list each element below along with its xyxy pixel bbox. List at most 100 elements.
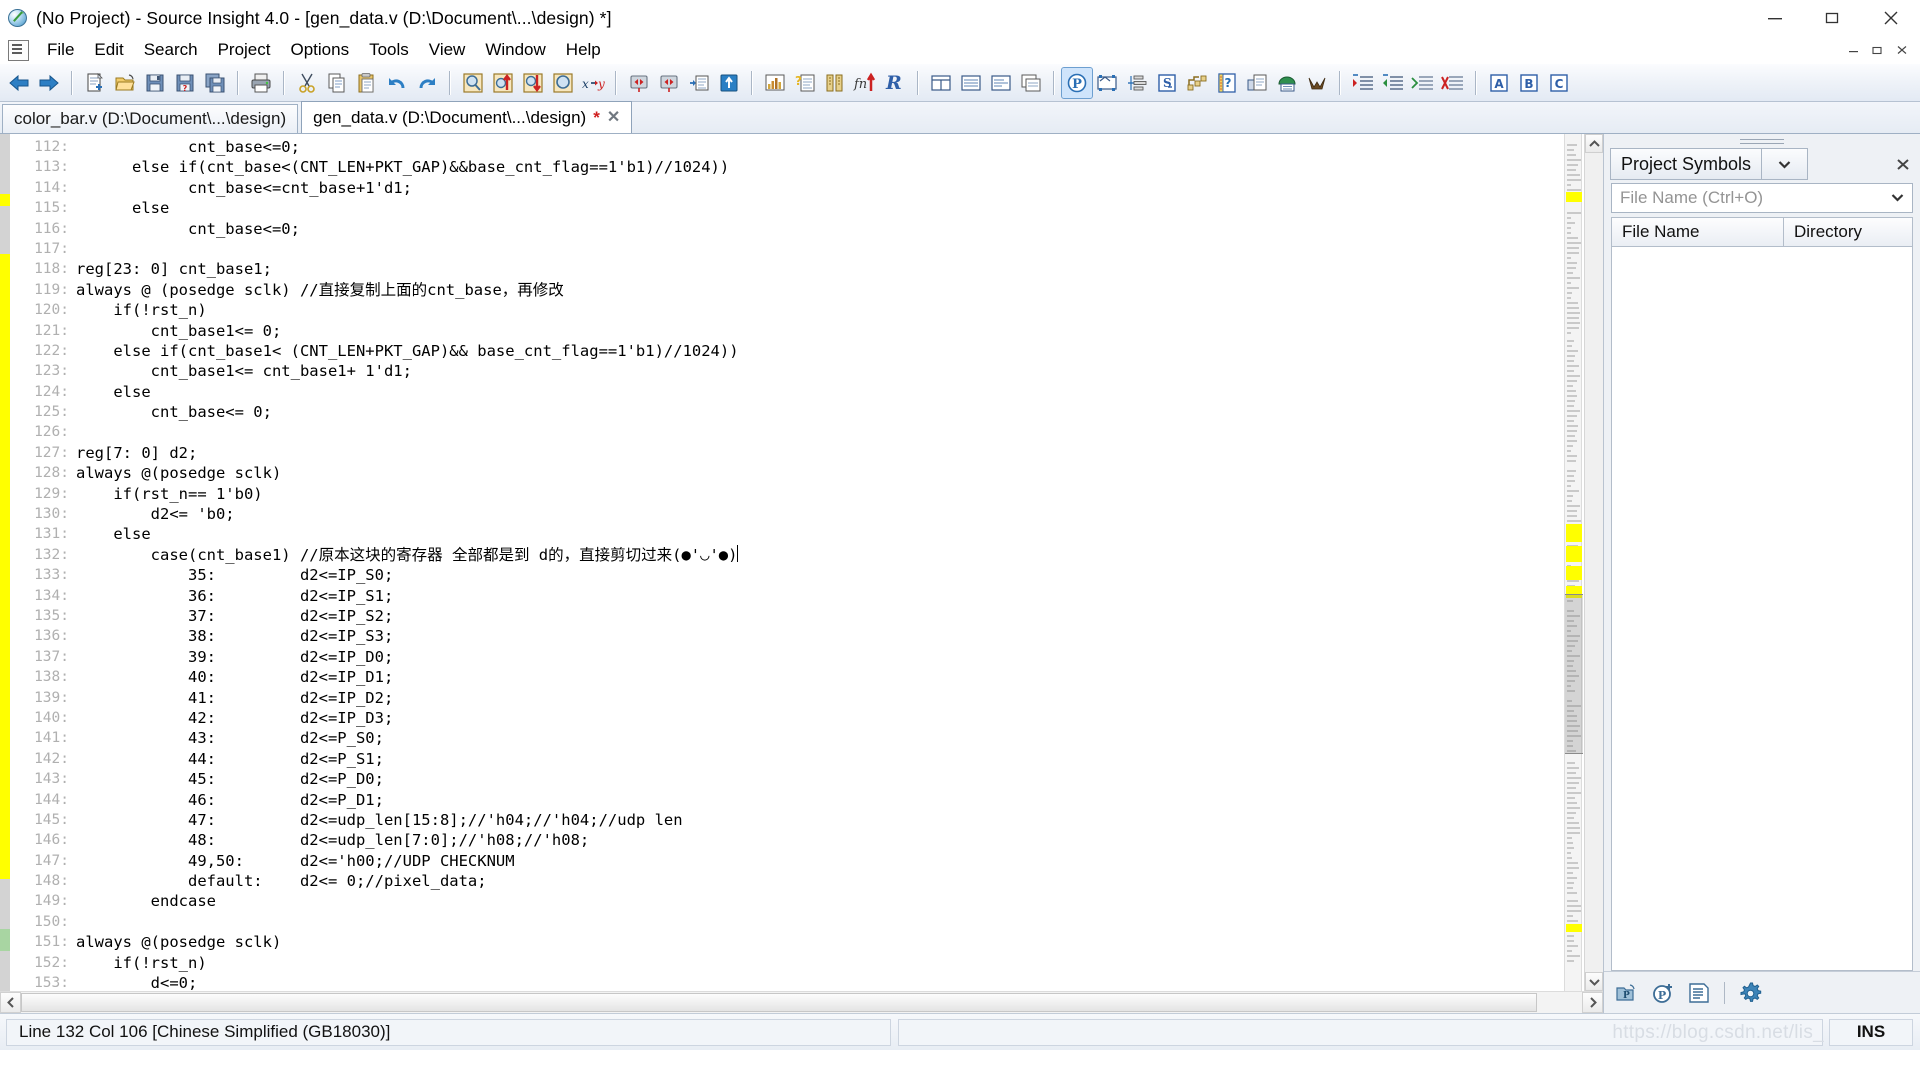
code-line[interactable]: 136: 38: d2<=IP_S3;	[10, 626, 1564, 646]
code-line[interactable]: 119: always @ (posedge sclk) //直接复制上面的cnt…	[10, 280, 1564, 300]
search-input[interactable]: File Name (Ctrl+O)	[1620, 188, 1891, 208]
context-window-icon[interactable]: ?	[790, 68, 820, 98]
menu-view[interactable]: View	[419, 38, 476, 62]
mdi-close-icon[interactable]	[1890, 40, 1914, 60]
code-line[interactable]: 141: 43: d2<=P_S0;	[10, 728, 1564, 748]
code-line[interactable]: 114: cnt_base<=cnt_base+1'd1;	[10, 178, 1564, 198]
font-a-icon[interactable]: A	[1484, 68, 1514, 98]
code-line[interactable]: 134: 36: d2<=IP_S1;	[10, 586, 1564, 606]
font-b-icon[interactable]: B	[1514, 68, 1544, 98]
tab-close-icon[interactable]: ✕	[607, 109, 620, 126]
print-icon[interactable]	[246, 68, 276, 98]
chevron-down-icon[interactable]	[1762, 148, 1809, 180]
code-line[interactable]: 123: cnt_base1<= cnt_base1+ 1'd1;	[10, 361, 1564, 381]
code-line[interactable]: 116: cnt_base<=0;	[10, 219, 1564, 239]
search-files-icon[interactable]	[548, 68, 578, 98]
code-line[interactable]: 142: 44: d2<=P_S1;	[10, 749, 1564, 769]
panel-close-icon[interactable]	[1890, 148, 1916, 180]
code-line[interactable]: 126:	[10, 422, 1564, 442]
undo-icon[interactable]	[382, 68, 412, 98]
system-menu-icon[interactable]	[8, 39, 29, 61]
code-line[interactable]: 131: else	[10, 524, 1564, 544]
code-line[interactable]: 130: d2<= 'b0;	[10, 504, 1564, 524]
horizontal-scroll-thumb[interactable]	[21, 993, 1537, 1012]
search-icon[interactable]	[458, 68, 488, 98]
search-backward-icon[interactable]	[488, 68, 518, 98]
menu-tools[interactable]: Tools	[359, 38, 419, 62]
code-line[interactable]: 145: 47: d2<=udp_len[15:8];//'h04;//'h04…	[10, 810, 1564, 830]
project-globe-icon[interactable]	[1272, 68, 1302, 98]
code-line[interactable]: 118: reg[23: 0] cnt_base1;	[10, 259, 1564, 279]
project-report-icon[interactable]	[1684, 978, 1714, 1008]
relation-window-icon[interactable]	[820, 68, 850, 98]
code-line[interactable]: 120: if(!rst_n)	[10, 300, 1564, 320]
code-line[interactable]: 148: default: d2<= 0;//pixel_data;	[10, 871, 1564, 891]
mdi-minimize-icon[interactable]	[1842, 40, 1866, 60]
redo-icon[interactable]	[412, 68, 442, 98]
maximize-button[interactable]	[1804, 0, 1862, 36]
horizontal-scroll-track[interactable]	[21, 992, 1582, 1013]
replace-icon[interactable]: x y	[578, 68, 608, 98]
scroll-up-icon[interactable]	[1585, 134, 1603, 153]
cascade-icon[interactable]	[1016, 68, 1046, 98]
smart-rename-icon[interactable]: R	[880, 68, 910, 98]
panel-title[interactable]: Project Symbols	[1610, 148, 1763, 180]
comment-block-icon[interactable]	[1408, 68, 1438, 98]
code-line[interactable]: 151: always @(posedge sclk)	[10, 932, 1564, 952]
menu-project[interactable]: Project	[208, 38, 281, 62]
symbol-lookup-icon[interactable]: S	[1152, 68, 1182, 98]
chevron-down-icon[interactable]	[1891, 189, 1904, 207]
code-line[interactable]: 112: cnt_base<=0;	[10, 137, 1564, 157]
minimize-button[interactable]	[1746, 0, 1804, 36]
save-icon[interactable]	[140, 68, 170, 98]
code-line[interactable]: 144: 46: d2<=P_D1;	[10, 790, 1564, 810]
save-all-icon[interactable]	[200, 68, 230, 98]
indent-decrease-icon[interactable]	[1378, 68, 1408, 98]
code-line[interactable]: 147: 49,50: d2<='h00;//UDP CHECKNUM	[10, 851, 1564, 871]
open-file-icon[interactable]	[110, 68, 140, 98]
synchronize-files-icon[interactable]	[1122, 68, 1152, 98]
tile-horizontal-icon[interactable]	[926, 68, 956, 98]
new-file-icon[interactable]	[80, 68, 110, 98]
paste-special-icon[interactable]	[1302, 68, 1332, 98]
code-line[interactable]: 124: else	[10, 382, 1564, 402]
indent-increase-icon[interactable]	[1348, 68, 1378, 98]
project-window-icon[interactable]	[1242, 68, 1272, 98]
scroll-left-icon[interactable]	[0, 992, 21, 1013]
cut-icon[interactable]	[292, 68, 322, 98]
font-c-icon[interactable]: C	[1544, 68, 1574, 98]
code-line[interactable]: 153: d<=0;	[10, 973, 1564, 991]
project-icon[interactable]: P	[1061, 66, 1093, 99]
tab-gen-data[interactable]: gen_data.v (D:\Document\...\design) * ✕	[301, 101, 633, 133]
column-header-file-name[interactable]: File Name	[1612, 218, 1784, 246]
code-line[interactable]: 137: 39: d2<=IP_D0;	[10, 647, 1564, 667]
editor-overview-map[interactable]	[1564, 134, 1584, 991]
function-up-icon[interactable]: fn	[850, 68, 880, 98]
vertical-scroll-track[interactable]	[1585, 153, 1603, 972]
code-line[interactable]: 128: always @(posedge sclk)	[10, 463, 1564, 483]
code-line[interactable]: 139: 41: d2<=IP_D2;	[10, 688, 1564, 708]
save-as-icon[interactable]: ?	[170, 68, 200, 98]
code-line[interactable]: 129: if(rst_n== 1'b0)	[10, 484, 1564, 504]
editor-vertical-scrollbar[interactable]	[1584, 134, 1603, 991]
code-line[interactable]: 125: cnt_base<= 0;	[10, 402, 1564, 422]
code-line[interactable]: 127: reg[7: 0] d2;	[10, 443, 1564, 463]
forward-icon[interactable]	[34, 68, 64, 98]
code-line[interactable]: 121: cnt_base1<= 0;	[10, 321, 1564, 341]
file-name-search-field[interactable]: File Name (Ctrl+O)	[1611, 183, 1913, 213]
jump-back-icon[interactable]	[624, 68, 654, 98]
code-line[interactable]: 150:	[10, 912, 1564, 932]
new-project-icon[interactable]: P	[1648, 978, 1678, 1008]
jump-to-definition-icon[interactable]	[684, 68, 714, 98]
scroll-right-icon[interactable]	[1582, 992, 1603, 1013]
code-line[interactable]: 140: 42: d2<=IP_D3;	[10, 708, 1564, 728]
code-line[interactable]: 122: else if(cnt_base1< (CNT_LEN+PKT_GAP…	[10, 341, 1564, 361]
menu-options[interactable]: Options	[281, 38, 360, 62]
jump-forward-icon[interactable]	[654, 68, 684, 98]
code-line[interactable]: 149: endcase	[10, 891, 1564, 911]
code-line[interactable]: 138: 40: d2<=IP_D1;	[10, 667, 1564, 687]
code-line[interactable]: 143: 45: d2<=P_D0;	[10, 769, 1564, 789]
menu-file[interactable]: File	[37, 38, 84, 62]
symbol-window-icon[interactable]	[760, 68, 790, 98]
symbols-table-body[interactable]	[1611, 247, 1913, 971]
